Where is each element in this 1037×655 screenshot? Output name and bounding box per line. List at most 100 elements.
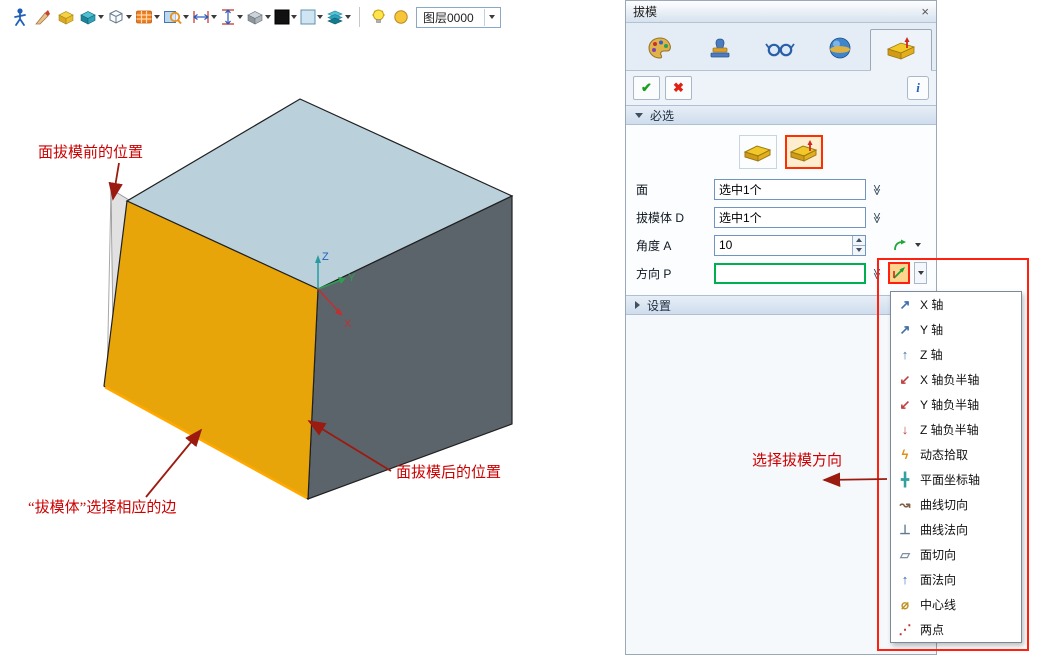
direction-field[interactable] <box>714 263 866 284</box>
menu-item-face-normal[interactable]: ↑ 面法向 <box>891 567 1021 592</box>
cancel-button[interactable]: ✖ <box>665 76 692 100</box>
annotation-edge-select: “拔模体”选择相应的边 <box>28 496 176 517</box>
layer-combo[interactable]: 图层0000 <box>416 7 501 28</box>
section-settings-label: 设置 <box>647 297 671 314</box>
y-axis-icon: ↗ <box>897 322 913 338</box>
spin-down-button[interactable] <box>853 246 865 255</box>
direction-label: 方向 P <box>632 265 710 282</box>
menu-item-z-neg-axis[interactable]: ↓Z 轴负半轴 <box>891 417 1021 442</box>
menu-item-face-tangent[interactable]: ▱面切向 <box>891 542 1021 567</box>
annotation-before-position: 面拔模前的位置 <box>38 141 143 162</box>
dropdown-caret-icon[interactable] <box>126 15 132 19</box>
menu-item-y-neg-axis[interactable]: ↙Y 轴负半轴 <box>891 392 1021 417</box>
dropdown-caret-icon[interactable] <box>98 15 104 19</box>
menu-item-curve-normal[interactable]: ⊥曲线法向 <box>891 517 1021 542</box>
dropdown-caret-icon[interactable] <box>183 15 189 19</box>
teal-box-icon[interactable] <box>79 5 104 29</box>
angle-spinner <box>852 236 865 255</box>
lightbulb-icon[interactable] <box>368 5 388 29</box>
layers-stack-icon[interactable] <box>326 5 351 29</box>
menu-item-curve-tangent[interactable]: ↝曲线切向 <box>891 492 1021 517</box>
menu-item-z-axis[interactable]: ↑Z 轴 <box>891 342 1021 367</box>
mannequin-icon[interactable] <box>10 5 30 29</box>
draft-body-field[interactable]: 选中1个 <box>714 207 866 228</box>
pattern-grid-icon[interactable] <box>135 5 160 29</box>
panel-actions: ✔ ✖ i <box>626 71 936 105</box>
menu-item-y-axis[interactable]: ↗Y 轴 <box>891 317 1021 342</box>
panel-title: 拔模 <box>633 3 921 20</box>
annotation-choose-direction: 选择拔模方向 <box>752 449 842 470</box>
expand-chevron-icon[interactable]: ≫ <box>871 182 884 196</box>
draft-type-edge-button[interactable] <box>785 135 823 169</box>
face-normal-icon: ↑ <box>897 572 913 587</box>
face-label: 面 <box>632 181 710 198</box>
x-axis-icon: ↗ <box>897 297 913 313</box>
angle-row: 角度 A 10 <box>632 231 930 259</box>
black-color-swatch-icon[interactable] <box>274 5 297 29</box>
section-required-header[interactable]: 必选 <box>626 105 936 125</box>
menu-item-two-points[interactable]: ⋰ 两点 <box>891 617 1021 642</box>
face-field[interactable]: 选中1个 <box>714 179 866 200</box>
menu-item-label: 面切向 <box>920 546 956 563</box>
tab-stamp[interactable] <box>690 28 750 70</box>
solid-box-icon[interactable] <box>56 5 76 29</box>
menu-item-x-neg-axis[interactable]: ↙X 轴负半轴 <box>891 367 1021 392</box>
zoom-region-icon[interactable] <box>163 5 189 29</box>
angle-field[interactable]: 10 <box>714 235 866 256</box>
menu-item-centerline[interactable]: ⌀中心线 <box>891 592 1021 617</box>
menu-item-x-axis[interactable]: ↗X 轴 <box>891 292 1021 317</box>
direction-picker-icon[interactable] <box>888 262 910 284</box>
face-row: 面 选中1个 ≫ <box>632 175 930 203</box>
expand-chevron-icon[interactable]: ≫ <box>871 210 884 224</box>
ok-button[interactable]: ✔ <box>633 76 660 100</box>
panel-close-icon[interactable]: × <box>921 5 929 18</box>
required-section-content: 面 选中1个 ≫ 拔模体 D 选中1个 ≫ 角度 A 10 方向 P <box>626 125 936 295</box>
panel-titlebar[interactable]: 拔模 × <box>626 1 936 23</box>
gray-box-icon[interactable] <box>246 5 271 29</box>
menu-item-label: 平面坐标轴 <box>920 471 980 488</box>
draft-body-row: 拔模体 D 选中1个 ≫ <box>632 203 930 231</box>
draft-type-face-button[interactable] <box>739 135 777 169</box>
y-axis-label: Y <box>348 272 356 284</box>
dimension-horizontal-icon[interactable] <box>192 5 217 29</box>
face-field-value: 选中1个 <box>719 181 762 198</box>
info-button[interactable]: i <box>907 76 929 100</box>
expand-chevron-icon[interactable]: ≫ <box>871 266 884 280</box>
dropdown-caret-icon[interactable] <box>237 15 243 19</box>
blue-color-swatch-icon[interactable] <box>300 5 323 29</box>
angle-direction-icon[interactable] <box>888 234 910 256</box>
dropdown-caret-icon[interactable] <box>345 15 351 19</box>
direction-row: 方向 P ≫ <box>632 259 930 287</box>
dimension-vertical-icon[interactable] <box>220 5 243 29</box>
draft-tool-icon <box>885 36 917 65</box>
viewport-3d[interactable]: Z Y X <box>0 0 625 655</box>
dropdown-caret-icon[interactable] <box>915 243 921 247</box>
menu-item-label: 两点 <box>920 621 944 638</box>
dropdown-caret-icon[interactable] <box>265 15 271 19</box>
layer-combo-caret[interactable] <box>484 9 498 26</box>
dropdown-caret-icon[interactable] <box>317 15 323 19</box>
tab-draft[interactable] <box>870 29 932 71</box>
sketch-pen-icon[interactable] <box>33 5 53 29</box>
tab-appearance[interactable] <box>630 28 690 70</box>
spin-up-button[interactable] <box>853 236 865 246</box>
angle-field-value: 10 <box>719 238 732 252</box>
toolbar-separator <box>359 7 360 27</box>
wireframe-cube-icon[interactable] <box>107 5 132 29</box>
two-points-icon: ⋰ <box>897 622 913 638</box>
menu-item-dynamic-pick[interactable]: ϟ动态拾取 <box>891 442 1021 467</box>
tab-sphere[interactable] <box>810 28 870 70</box>
main-toolbar: 图层0000 <box>0 0 625 34</box>
dropdown-caret-icon[interactable] <box>291 15 297 19</box>
dropdown-caret-icon[interactable] <box>154 15 160 19</box>
layer-color-circle-icon[interactable] <box>391 5 411 29</box>
menu-item-label: 面法向 <box>920 571 956 588</box>
dropdown-caret-icon[interactable] <box>211 15 217 19</box>
dropdown-caret-icon <box>489 15 495 19</box>
plane-axis-icon: ╋ <box>897 472 913 488</box>
direction-dropdown-button[interactable] <box>914 262 927 284</box>
menu-item-plane-axis[interactable]: ╋ 平面坐标轴 <box>891 467 1021 492</box>
tab-view[interactable] <box>750 28 810 70</box>
menu-item-label: Y 轴负半轴 <box>920 396 979 413</box>
section-required-label: 必选 <box>650 107 674 124</box>
